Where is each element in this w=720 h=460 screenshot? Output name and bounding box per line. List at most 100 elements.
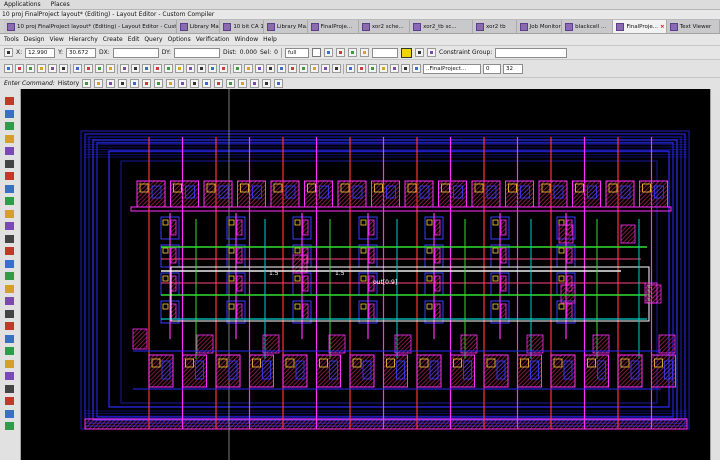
- layer-select[interactable]: [372, 47, 398, 58]
- menu-item[interactable]: Verification: [196, 36, 230, 43]
- window-tab[interactable]: Text Viewer: [666, 20, 720, 33]
- rectangle-icon[interactable]: [244, 64, 253, 73]
- zoom-fit-icon[interactable]: [142, 64, 151, 73]
- wire-tool-icon[interactable]: [5, 209, 14, 218]
- layer-icon[interactable]: [324, 48, 333, 57]
- pan-icon[interactable]: [153, 64, 162, 73]
- menu-item[interactable]: Query: [144, 36, 162, 43]
- lvs-icon[interactable]: [321, 64, 330, 73]
- option-checkbox[interactable]: [312, 48, 321, 57]
- move-icon[interactable]: [142, 79, 152, 88]
- applications-menu[interactable]: Applications: [4, 1, 41, 8]
- down-icon[interactable]: [379, 64, 388, 73]
- select-arrow-icon[interactable]: [4, 48, 13, 57]
- undo-icon[interactable]: [82, 79, 92, 88]
- stretch-icon[interactable]: [186, 64, 195, 73]
- window-tab[interactable]: 10 proj FinalProject layout* (Editing) -…: [4, 20, 177, 33]
- via-icon[interactable]: [266, 64, 275, 73]
- flip-tool-icon[interactable]: [5, 159, 14, 168]
- layout-drawing[interactable]: 1.5 1.5 out[0:9]: [21, 89, 710, 460]
- path-tool-icon[interactable]: [5, 197, 14, 205]
- align-tool-icon[interactable]: [5, 334, 14, 343]
- polygon-icon[interactable]: [255, 64, 264, 73]
- forward-icon[interactable]: [118, 79, 128, 88]
- layer-icon[interactable]: [336, 48, 345, 57]
- menu-item[interactable]: Edit: [128, 36, 140, 43]
- select-icon[interactable]: [130, 79, 140, 88]
- print-icon[interactable]: [37, 64, 46, 73]
- descend-icon[interactable]: [401, 64, 410, 73]
- paste-icon[interactable]: [95, 64, 104, 73]
- menu-item[interactable]: Tools: [4, 36, 19, 43]
- window-tab[interactable]: xor2_tb sc...: [410, 20, 474, 33]
- grid-tool-icon[interactable]: [5, 397, 14, 405]
- polygon-tool-icon[interactable]: [5, 184, 14, 193]
- top-icon[interactable]: [390, 64, 399, 73]
- menu-item[interactable]: Create: [103, 36, 123, 43]
- copy-tool-icon[interactable]: [5, 122, 14, 130]
- open-icon[interactable]: [15, 64, 24, 73]
- undo-tool-icon[interactable]: [5, 372, 14, 380]
- layer-icon[interactable]: [360, 48, 369, 57]
- close-tab-icon[interactable]: ×: [660, 24, 665, 30]
- info-icon[interactable]: [190, 79, 200, 88]
- stretch-tool-icon[interactable]: [5, 134, 14, 143]
- label-icon[interactable]: [288, 64, 297, 73]
- save-icon[interactable]: [26, 64, 35, 73]
- menu-item[interactable]: Hierarchy: [69, 36, 98, 43]
- info-tool-icon[interactable]: [5, 384, 14, 393]
- ruler-icon[interactable]: [219, 64, 228, 73]
- split-tool-icon[interactable]: [5, 309, 14, 318]
- select-icon[interactable]: [164, 64, 173, 73]
- refresh-icon[interactable]: [332, 64, 341, 73]
- dx-field[interactable]: [112, 47, 159, 58]
- window-tab[interactable]: FinalProje...: [307, 20, 359, 33]
- cut-tool-icon[interactable]: [5, 347, 14, 355]
- menu-item[interactable]: View: [50, 36, 64, 43]
- display-icon[interactable]: [415, 48, 424, 57]
- display-icon[interactable]: [427, 48, 436, 57]
- label-tool-icon[interactable]: [5, 247, 14, 255]
- design-field[interactable]: ..FinalProject...: [423, 63, 481, 74]
- filter-icon[interactable]: [346, 64, 355, 73]
- history-button[interactable]: History: [58, 80, 79, 87]
- right-scrollbar[interactable]: [710, 89, 720, 460]
- delete-tool-icon[interactable]: [5, 284, 14, 293]
- redo-icon[interactable]: [94, 79, 104, 88]
- x-coordinate-field[interactable]: 12.990: [25, 47, 56, 58]
- zoom-in-icon[interactable]: [120, 64, 129, 73]
- drc-icon[interactable]: [310, 64, 319, 73]
- clear-icon[interactable]: [262, 79, 272, 88]
- zoom-icon[interactable]: [202, 79, 212, 88]
- window-tab[interactable]: xor2 tb: [473, 20, 517, 33]
- rectangle-tool-icon[interactable]: [5, 172, 14, 180]
- layer-icon[interactable]: [348, 48, 357, 57]
- filter-select[interactable]: full: [285, 47, 309, 58]
- window-tab[interactable]: FinalProje... ×: [613, 20, 667, 33]
- select-tool-icon[interactable]: [5, 97, 14, 105]
- pin-icon[interactable]: [226, 79, 236, 88]
- copy-icon[interactable]: [84, 64, 93, 73]
- redo-icon[interactable]: [59, 64, 68, 73]
- move-icon[interactable]: [175, 64, 184, 73]
- instance-tool-icon[interactable]: [5, 259, 14, 268]
- menu-item[interactable]: Design: [24, 36, 45, 43]
- merge-tool-icon[interactable]: [5, 297, 14, 305]
- color-swatch[interactable]: [401, 47, 412, 58]
- places-menu[interactable]: Places: [51, 1, 70, 8]
- drc-tool-icon[interactable]: [5, 409, 14, 418]
- dy-field[interactable]: [173, 47, 220, 58]
- rotate-icon[interactable]: [197, 64, 206, 73]
- window-tab[interactable]: blackcell ...: [562, 20, 614, 33]
- copy-icon[interactable]: [154, 79, 164, 88]
- probe-icon[interactable]: [250, 79, 260, 88]
- paste-tool-icon[interactable]: [5, 359, 14, 368]
- up-icon[interactable]: [368, 64, 377, 73]
- new-icon[interactable]: [4, 64, 13, 73]
- rotate-tool-icon[interactable]: [5, 147, 14, 155]
- menu-item[interactable]: Window: [234, 36, 258, 43]
- via-tool-icon[interactable]: [5, 222, 14, 230]
- window-tab[interactable]: 10 bit CA 1...: [220, 20, 264, 33]
- search-icon[interactable]: [274, 79, 284, 88]
- instance-icon[interactable]: [299, 64, 308, 73]
